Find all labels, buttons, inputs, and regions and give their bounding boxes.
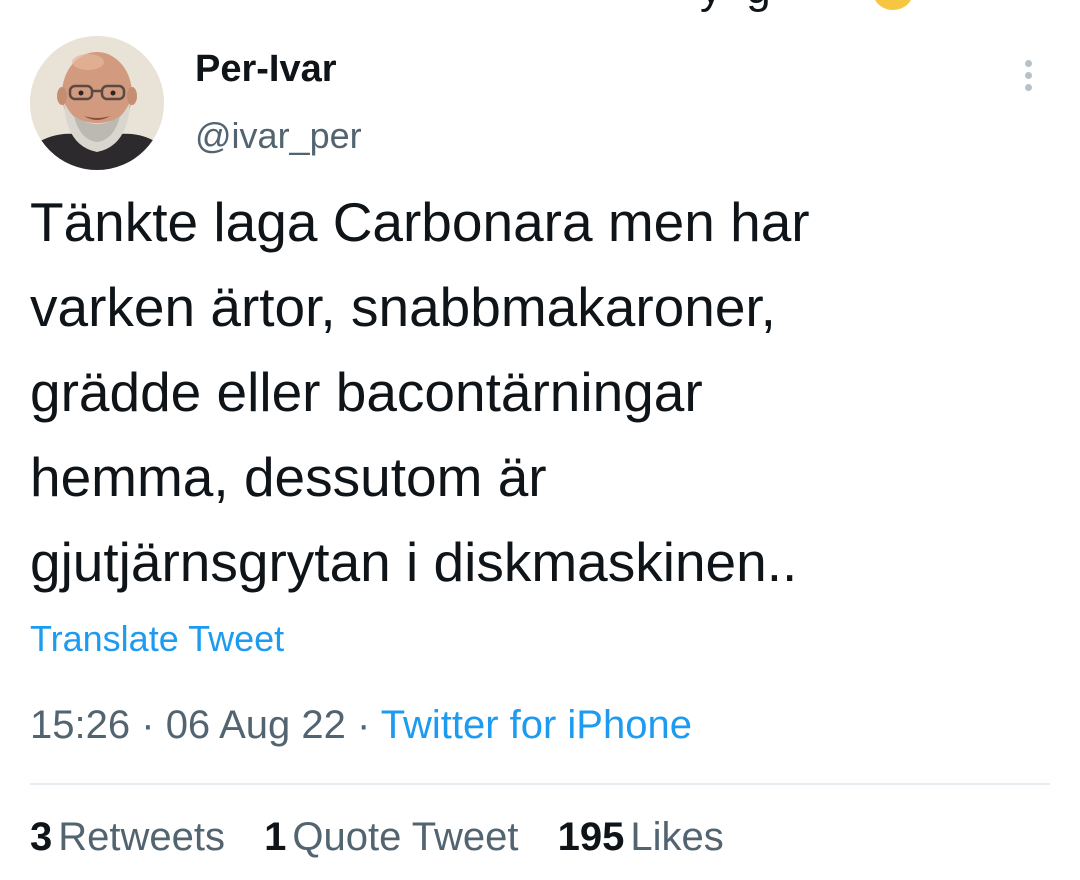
- meta-separator: ·: [357, 703, 371, 747]
- author-display-name[interactable]: Per-Ivar: [195, 48, 337, 91]
- tweet-text-line: Tänkte laga Carbonara men har: [30, 191, 810, 253]
- more-vertical-icon-dot: [1025, 72, 1032, 79]
- quote-tweets-count: 1: [264, 815, 287, 859]
- more-vertical-icon: [1025, 60, 1032, 67]
- emoji-icon: [873, 0, 913, 10]
- more-vertical-icon-dot: [1025, 84, 1032, 91]
- tweet-source-link[interactable]: Twitter for iPhone: [381, 703, 692, 747]
- tweet-time[interactable]: 15:26: [30, 703, 130, 747]
- tweet-text-line: gjutjärnsgrytan i diskmaskinen..: [30, 531, 798, 593]
- cropped-text-fragment: y g: [700, 0, 777, 14]
- retweets-count: 3: [30, 815, 53, 859]
- likes-count: 195: [557, 815, 625, 859]
- retweets-label: Retweets: [58, 815, 225, 859]
- tweet-text: Tänkte laga Carbonara men har varken ärt…: [30, 180, 1050, 605]
- tweet-text-line: varken ärtor, snabbmakaroner,: [30, 276, 776, 338]
- translate-tweet-link[interactable]: Translate Tweet: [30, 618, 284, 660]
- tweet-text-line: grädde eller bacontärningar: [30, 361, 703, 423]
- tweet-text-line: hemma, dessutom är: [30, 446, 547, 508]
- author-handle[interactable]: @ivar_per: [195, 115, 362, 157]
- avatar[interactable]: [30, 36, 164, 170]
- meta-separator: ·: [141, 703, 155, 747]
- likes-stat[interactable]: 195 Likes: [558, 815, 724, 860]
- divider: [30, 783, 1050, 785]
- tweet-stats: 3 Retweets 1 Quote Tweet 195 Likes: [30, 815, 752, 860]
- likes-label: Likes: [630, 815, 724, 859]
- tweet-date[interactable]: 06 Aug 22: [166, 703, 346, 747]
- quote-tweets-label: Quote Tweet: [292, 815, 519, 859]
- tweet-metadata: 15:26 · 06 Aug 22 · Twitter for iPhone: [30, 703, 692, 748]
- retweets-stat[interactable]: 3 Retweets: [30, 815, 225, 860]
- avatar-image: [30, 36, 164, 170]
- previous-tweet-cropped-edge: y g: [0, 0, 1080, 14]
- quote-tweets-stat[interactable]: 1 Quote Tweet: [264, 815, 518, 860]
- more-options-button[interactable]: [1014, 56, 1044, 96]
